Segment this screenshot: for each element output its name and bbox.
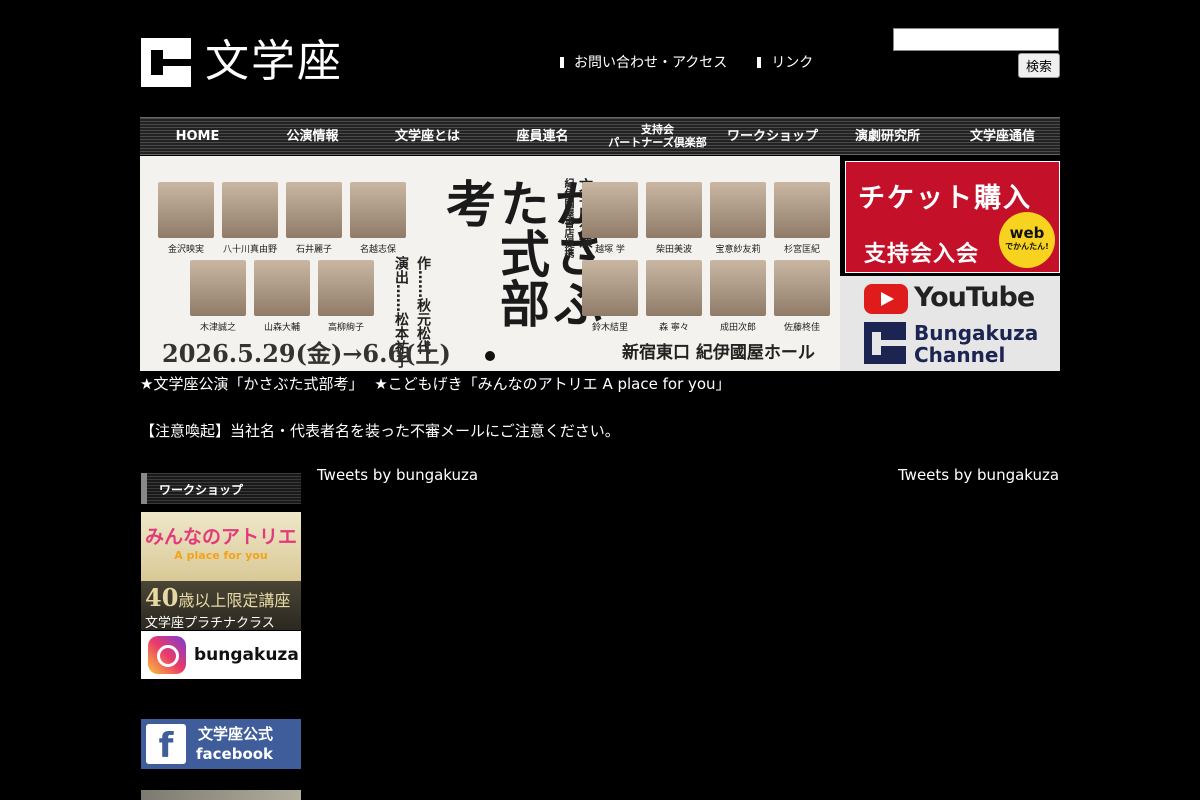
portrait-image [350, 182, 406, 238]
instagram-icon [148, 636, 186, 674]
sidebar-heading: ワークショップ [141, 473, 301, 504]
portrait-image [582, 260, 638, 316]
cast-member: 鈴木結里 [582, 260, 638, 333]
banner-date: 2026.5.29(金)→6.6(土) [162, 339, 451, 368]
portrait-image [646, 260, 702, 316]
youtube-play-icon [864, 284, 908, 314]
web-badge: web でかんたん! [999, 212, 1055, 268]
nav-supporters[interactable]: 支持会 パートナーズ倶楽部 [600, 118, 715, 154]
logo-mark-icon [141, 37, 191, 87]
cast-member: 名越志保 [350, 182, 406, 255]
nav-institute[interactable]: 演劇研究所 [830, 118, 945, 154]
news-link[interactable]: ★こどもげき「みんなのアトリエ A place for you」 [374, 375, 730, 393]
nav-home[interactable]: HOME [140, 118, 255, 154]
atelier-banner[interactable]: みんなのアトリエ A place for you [141, 512, 301, 581]
ticket-purchase-banner[interactable]: チケット購入 支持会入会 web でかんたん! [845, 161, 1060, 273]
twitter-timeline-link[interactable]: Tweets by bungakuza [898, 466, 1059, 484]
cast-member: 木津誠之 [190, 260, 246, 333]
portrait-image [222, 182, 278, 238]
portrait-image [774, 260, 830, 316]
portrait-image [646, 182, 702, 238]
performance-banner[interactable]: 金沢映実 八十川真由野 石井麗子 名越志保 木津誠之 山森大輔 高柳絢子 作……… [140, 156, 840, 371]
portrait-image [286, 182, 342, 238]
cast-member: 成田次郎 [710, 260, 766, 333]
portrait-image [158, 182, 214, 238]
portrait-image [190, 260, 246, 316]
contact-access-link[interactable]: お問い合わせ・アクセス [560, 52, 727, 72]
search-button[interactable]: 検索 [1018, 53, 1060, 78]
top-links: お問い合わせ・アクセス リンク [560, 52, 813, 72]
cast-member: 八十川真由野 [222, 182, 278, 255]
bullet-bar-icon [560, 56, 564, 68]
nav-performances[interactable]: 公演情報 [255, 118, 370, 154]
search-input[interactable] [893, 28, 1059, 51]
youtube-channel-banner[interactable]: YouTube Bungakuza Channel [840, 276, 1060, 371]
sidebar-banner[interactable] [141, 790, 301, 800]
cast-member: 石井麗子 [286, 182, 342, 255]
nav-members[interactable]: 座員連名 [485, 118, 600, 154]
nav-workshop[interactable]: ワークショップ [715, 118, 830, 154]
portrait-image [582, 182, 638, 238]
news-ticker: ★文学座公演「かさぶた式部考」 ★こどもげき「みんなのアトリエ A place … [140, 374, 737, 394]
bungakuza-mark-icon [864, 322, 906, 364]
global-nav: HOME 公演情報 文学座とは 座員連名 支持会 パートナーズ倶楽部 ワークショ… [140, 117, 1060, 155]
nav-about[interactable]: 文学座とは [370, 118, 485, 154]
facebook-banner[interactable]: f 文学座公式 facebook [141, 719, 301, 769]
cast-member: 越塚 学 [582, 182, 638, 255]
carousel-dot[interactable] [485, 351, 495, 361]
cast-member: 山森大輔 [254, 260, 310, 333]
links-link[interactable]: リンク [757, 52, 813, 72]
site-logo[interactable]: 文学座 [141, 37, 343, 87]
news-link[interactable]: ★文学座公演「かさぶた式部考」 [140, 375, 363, 393]
portrait-image [254, 260, 310, 316]
cast-member: 柴田美波 [646, 182, 702, 255]
instagram-banner[interactable]: bungakuza [141, 631, 301, 679]
notice-link[interactable]: 【注意喚起】当社名・代表者名を装った不審メールにご注意ください。 [140, 420, 620, 441]
platinum-class-banner[interactable]: 40歳以上限定講座 文学座プラチナクラス [141, 581, 301, 630]
banner-venue: 新宿東口 紀伊國屋ホール [622, 343, 815, 363]
facebook-icon: f [146, 724, 186, 766]
nav-newsletter[interactable]: 文学座通信 [945, 118, 1060, 154]
portrait-image [710, 182, 766, 238]
cast-member: 金沢映実 [158, 182, 214, 255]
twitter-timeline-link[interactable]: Tweets by bungakuza [317, 466, 478, 484]
cast-member: 高柳絢子 [318, 260, 374, 333]
cast-member: 佐藤柊佳 [774, 260, 830, 333]
cast-member: 宝意紗友莉 [710, 182, 766, 255]
portrait-image [318, 260, 374, 316]
cast-member: 杉宮匡紀 [774, 182, 830, 255]
logo-text: 文学座 [205, 36, 343, 87]
bullet-bar-icon [757, 56, 762, 68]
cast-member: 森 寧々 [646, 260, 702, 333]
portrait-image [774, 182, 830, 238]
portrait-image [710, 260, 766, 316]
